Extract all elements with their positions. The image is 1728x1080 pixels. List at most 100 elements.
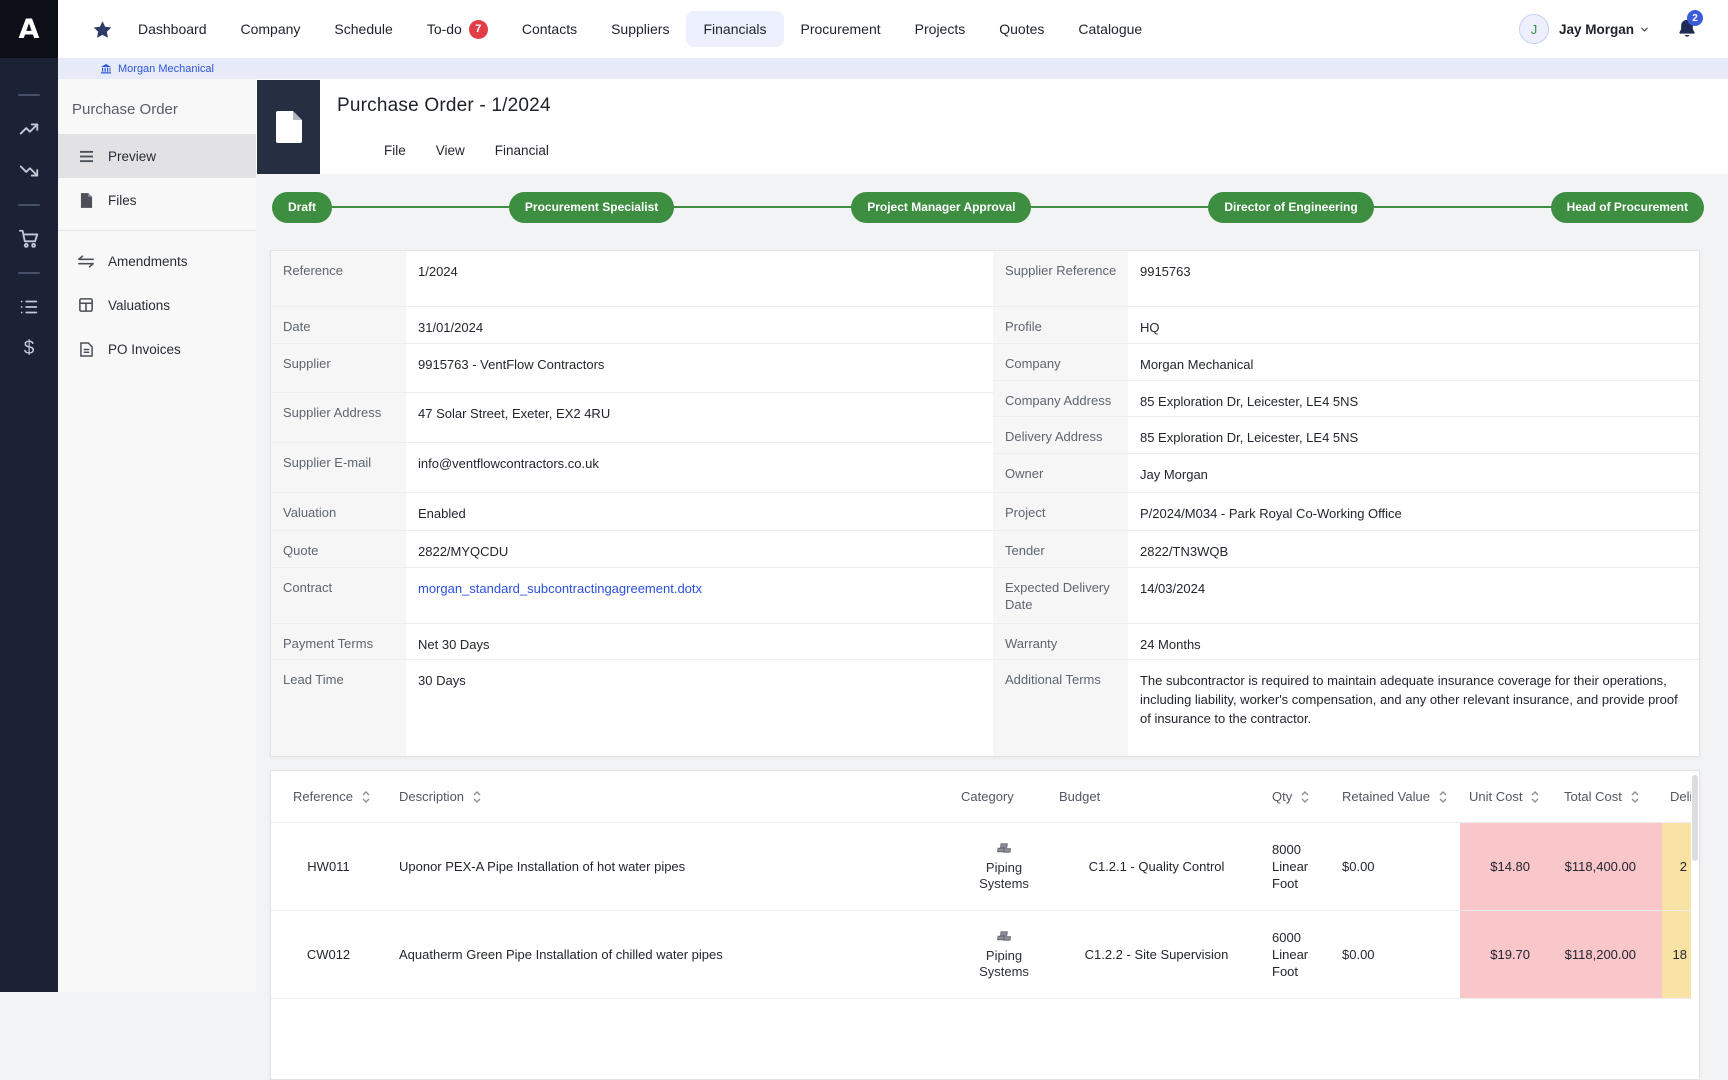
item-retained-value: $0.00: [1342, 823, 1460, 910]
bricks-icon: [995, 842, 1013, 858]
nav-item-projects[interactable]: Projects: [898, 11, 983, 47]
main-content: Purchase Order - 1/2024 File View Financ…: [256, 79, 1728, 992]
col-header-budget[interactable]: Budget: [1049, 789, 1264, 804]
page-title: Purchase Order - 1/2024: [337, 95, 551, 117]
detail-row-payment-terms: Payment Terms Net 30 Days: [271, 624, 993, 661]
col-header-qty[interactable]: Qty: [1264, 789, 1342, 804]
detail-row-supplier-reference: Supplier Reference 9915763: [993, 251, 1699, 307]
app-logo[interactable]: A: [0, 0, 58, 58]
bricks-icon: [995, 930, 1013, 946]
item-total-cost: $118,400.00: [1550, 823, 1662, 910]
detail-row-additional-terms: Additional Terms The subcontractor is re…: [993, 660, 1699, 756]
scrollbar-thumb[interactable]: [1692, 775, 1698, 861]
item-category: Piping Systems: [959, 911, 1049, 998]
nav-item-todo[interactable]: To-do 7: [410, 10, 505, 49]
file-icon: [78, 193, 94, 208]
col-header-retained-value[interactable]: Retained Value: [1342, 789, 1460, 804]
table-grid-icon: [78, 298, 94, 312]
notifications-bell[interactable]: 2: [1676, 17, 1698, 41]
line-item-row-1[interactable]: HW011 Uponor PEX-A Pipe Installation of …: [271, 823, 1699, 911]
nav-item-contacts[interactable]: Contacts: [505, 11, 594, 47]
item-retained-value: $0.00: [1342, 911, 1460, 998]
stage-director-of-engineering[interactable]: Director of Engineering: [1208, 192, 1373, 223]
item-budget: C1.2.2 - Site Supervision: [1049, 911, 1264, 998]
chevron-down-icon: [1639, 24, 1650, 35]
detail-row-valuation: Valuation Enabled: [271, 493, 993, 531]
detail-row-date: Date 31/01/2024: [271, 307, 993, 344]
sidebar-heading: Purchase Order: [58, 79, 256, 118]
nav-item-schedule[interactable]: Schedule: [317, 11, 409, 47]
workflow-stepper: Draft Procurement Specialist Project Man…: [256, 174, 1728, 240]
nav-item-suppliers[interactable]: Suppliers: [594, 11, 686, 47]
detail-row-company: Company Morgan Mechanical: [993, 344, 1699, 381]
detail-row-quote: Quote 2822/MYQCDU: [271, 531, 993, 568]
line-items-card: Reference Description Category Budget Qt…: [270, 770, 1700, 1080]
trend-down-icon[interactable]: [0, 150, 58, 192]
nav-item-quotes[interactable]: Quotes: [982, 11, 1061, 47]
item-unit-cost: $19.70: [1460, 911, 1550, 998]
document-tile: [257, 80, 320, 174]
trend-up-icon[interactable]: [0, 108, 58, 150]
item-budget: C1.2.1 - Quality Control: [1049, 823, 1264, 910]
sort-icon: [1301, 791, 1309, 803]
sidebar-item-files[interactable]: Files: [58, 178, 256, 222]
item-qty: 6000 Linear Foot: [1264, 911, 1342, 998]
detail-row-owner: Owner Jay Morgan: [993, 454, 1699, 493]
detail-row-supplier: Supplier 9915763 - VentFlow Contractors: [271, 344, 993, 394]
detail-row-supplier-address: Supplier Address 47 Solar Street, Exeter…: [271, 393, 993, 443]
line-item-row-2[interactable]: CW012 Aquatherm Green Pipe Installation …: [271, 911, 1699, 999]
sort-icon: [1631, 791, 1639, 803]
list-icon[interactable]: [0, 286, 58, 328]
nav-item-financials[interactable]: Financials: [686, 11, 783, 47]
nav-item-dashboard[interactable]: Dashboard: [121, 11, 224, 47]
item-description: Uponor PEX-A Pipe Installation of hot wa…: [386, 823, 959, 910]
breadcrumb-company[interactable]: Morgan Mechanical: [118, 63, 214, 75]
sidebar-item-po-invoices[interactable]: PO Invoices: [58, 327, 256, 371]
detail-row-profile: Profile HQ: [993, 307, 1699, 344]
menu-financial[interactable]: Financial: [495, 143, 549, 158]
col-header-description[interactable]: Description: [386, 789, 959, 804]
col-header-unit-cost[interactable]: Unit Cost: [1460, 789, 1550, 804]
menu-view[interactable]: View: [436, 143, 465, 158]
sidebar-item-valuations[interactable]: Valuations: [58, 283, 256, 327]
nav-item-company[interactable]: Company: [224, 11, 318, 47]
detail-row-supplier-email: Supplier E-mail info@ventflowcontractors…: [271, 443, 993, 493]
col-header-category[interactable]: Category: [959, 789, 1049, 804]
po-sidebar: Purchase Order Preview Files Amendments …: [58, 79, 256, 992]
rail-divider: [18, 94, 40, 96]
cart-icon[interactable]: [0, 218, 58, 260]
stage-draft[interactable]: Draft: [272, 192, 332, 223]
detail-row-contract: Contract morgan_standard_subcontractinga…: [271, 568, 993, 624]
invoice-icon: [78, 342, 94, 357]
detail-row-project: Project P/2024/M034 - Park Royal Co-Work…: [993, 493, 1699, 531]
item-description: Aquatherm Green Pipe Installation of chi…: [386, 911, 959, 998]
table-scrollbar[interactable]: [1691, 771, 1699, 1079]
top-nav: Dashboard Company Schedule To-do 7 Conta…: [58, 0, 1728, 58]
avatar[interactable]: J: [1519, 14, 1549, 44]
col-header-reference[interactable]: Reference: [271, 789, 386, 804]
menu-file[interactable]: File: [384, 143, 406, 158]
contract-link[interactable]: morgan_standard_subcontractingagreement.…: [406, 568, 993, 623]
nav-item-catalogue[interactable]: Catalogue: [1061, 11, 1159, 47]
item-reference: HW011: [271, 823, 386, 910]
favorites-star-icon[interactable]: [92, 19, 113, 40]
page-header: Purchase Order - 1/2024 File View Financ…: [256, 79, 1728, 174]
breadcrumb: Morgan Mechanical: [58, 58, 1728, 79]
sort-icon: [1439, 791, 1447, 803]
item-total-cost: $118,200.00: [1550, 911, 1662, 998]
sidebar-divider: [58, 230, 256, 231]
sort-icon: [362, 791, 370, 803]
stage-head-of-procurement[interactable]: Head of Procurement: [1551, 192, 1704, 223]
nav-item-procurement[interactable]: Procurement: [784, 11, 898, 47]
menu-bar: File View Financial: [384, 143, 549, 158]
stage-project-manager-approval[interactable]: Project Manager Approval: [851, 192, 1031, 223]
todo-count-badge: 7: [469, 20, 488, 39]
detail-row-expected-delivery-date: Expected Delivery Date 14/03/2024: [993, 568, 1699, 624]
notification-count-badge: 2: [1687, 10, 1703, 26]
user-menu[interactable]: Jay Morgan: [1559, 22, 1650, 37]
stage-procurement-specialist[interactable]: Procurement Specialist: [509, 192, 674, 223]
dollar-icon[interactable]: $: [0, 328, 58, 370]
sidebar-item-amendments[interactable]: Amendments: [58, 239, 256, 283]
sidebar-item-preview[interactable]: Preview: [58, 134, 256, 178]
col-header-total-cost[interactable]: Total Cost: [1550, 789, 1662, 804]
